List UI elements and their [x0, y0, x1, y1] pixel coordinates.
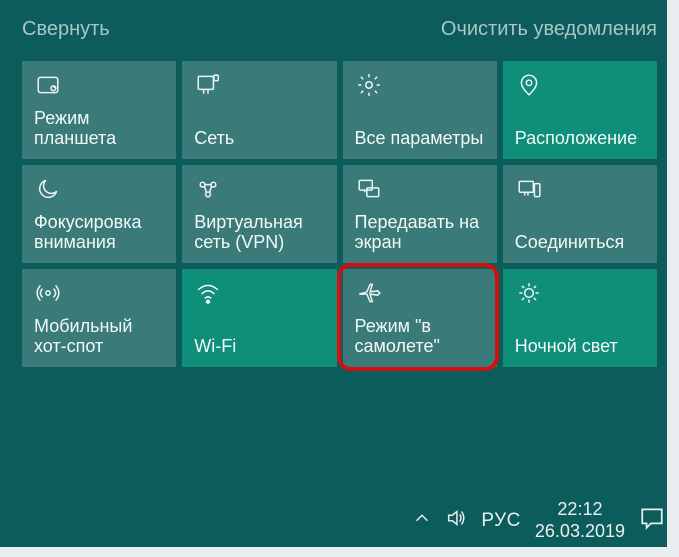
tile-label: Виртуальная сеть (VPN)	[194, 212, 324, 253]
tray-overflow-icon[interactable]	[411, 507, 433, 535]
tile-tablet-mode[interactable]: Режим планшета	[22, 61, 176, 159]
hotspot-icon	[34, 279, 62, 307]
taskbar: РУС 22:12 26.03.2019	[0, 493, 679, 548]
tile-night-light[interactable]: Ночной свет	[503, 269, 657, 367]
clock-time: 22:12	[535, 499, 625, 521]
clock[interactable]: 22:12 26.03.2019	[535, 499, 625, 542]
tile-project[interactable]: Передавать на экран	[343, 165, 497, 263]
tile-all-settings[interactable]: Все параметры	[343, 61, 497, 159]
tile-label: Расположение	[515, 128, 645, 149]
tile-connect[interactable]: Соединиться	[503, 165, 657, 263]
quick-actions-grid: Режим планшета Сеть Все параметры Расположе…	[22, 61, 657, 367]
night-light-icon	[515, 279, 543, 307]
action-center-icon[interactable]	[639, 505, 665, 537]
tile-label: Соединиться	[515, 232, 645, 253]
tile-label: Wi-Fi	[194, 336, 324, 357]
airplane-icon	[355, 279, 383, 307]
system-tray	[411, 507, 467, 535]
tile-label: Ночной свет	[515, 336, 645, 357]
all-settings-icon	[355, 71, 383, 99]
tile-label: Сеть	[194, 128, 324, 149]
tile-location[interactable]: Расположение	[503, 61, 657, 159]
tile-focus-assist[interactable]: Фокусировка внимания	[22, 165, 176, 263]
tile-label: Фокусировка внимания	[34, 212, 164, 253]
connect-icon	[515, 175, 543, 203]
tile-hotspot[interactable]: Мобильный хот-спот	[22, 269, 176, 367]
focus-assist-icon	[34, 175, 62, 203]
tile-wifi[interactable]: Wi-Fi	[182, 269, 336, 367]
tile-network[interactable]: Сеть	[182, 61, 336, 159]
tile-airplane[interactable]: Режим "в самолете"	[343, 269, 497, 367]
tile-label: Режим "в самолете"	[355, 316, 485, 357]
location-icon	[515, 71, 543, 99]
collapse-link[interactable]: Свернуть	[22, 18, 110, 41]
wifi-icon	[194, 279, 222, 307]
tile-vpn[interactable]: Виртуальная сеть (VPN)	[182, 165, 336, 263]
project-icon	[355, 175, 383, 203]
language-indicator[interactable]: РУС	[481, 510, 521, 532]
vpn-icon	[194, 175, 222, 203]
header-row: Свернуть Очистить уведомления	[22, 18, 657, 41]
tile-label: Режим планшета	[34, 108, 164, 149]
volume-icon[interactable]	[445, 507, 467, 535]
clear-notifications-link[interactable]: Очистить уведомления	[441, 18, 657, 41]
clock-date: 26.03.2019	[535, 521, 625, 543]
network-icon	[194, 71, 222, 99]
tablet-mode-icon	[34, 71, 62, 99]
action-center-panel: Свернуть Очистить уведомления Режим план…	[0, 0, 679, 375]
tile-label: Все параметры	[355, 128, 485, 149]
tile-label: Мобильный хот-спот	[34, 316, 164, 357]
tile-label: Передавать на экран	[355, 212, 485, 253]
